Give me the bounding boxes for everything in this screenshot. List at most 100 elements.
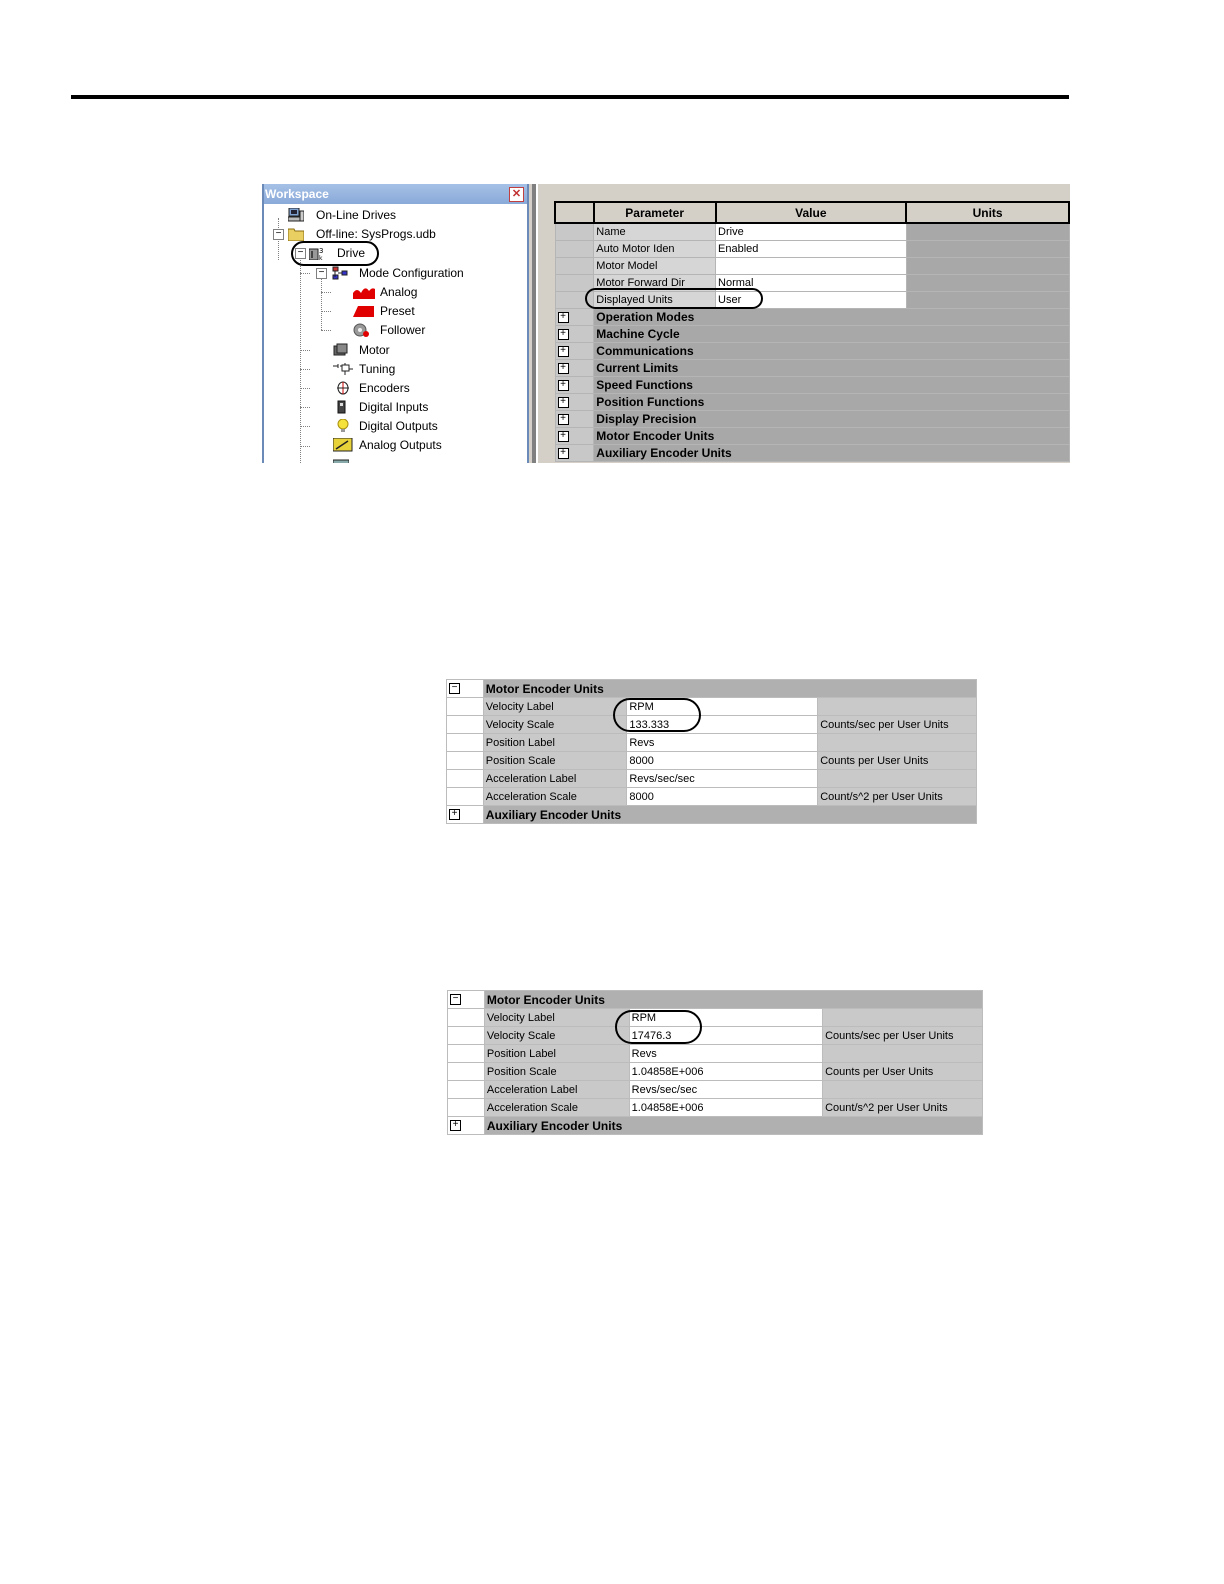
- table-row[interactable]: Acceleration Scale 1.04858E+006 Count/s^2 …: [447, 1098, 983, 1117]
- param-units: [905, 291, 1070, 309]
- table-row[interactable]: Acceleration Scale 8000 Count/s^2 per User…: [446, 787, 977, 806]
- param-name: Acceleration Scale: [482, 787, 628, 806]
- column-header-parameter[interactable]: Parameter: [592, 201, 717, 224]
- close-icon[interactable]: ✕: [509, 187, 524, 202]
- param-value[interactable]: 8000: [626, 751, 819, 770]
- expand-icon[interactable]: +: [557, 311, 569, 323]
- tree-item-mode-configuration[interactable]: − Mode Configuration: [264, 264, 524, 282]
- table-row[interactable]: Velocity Label RPM: [446, 697, 977, 716]
- table-row[interactable]: Velocity Scale 133.333 Counts/sec per User…: [446, 715, 977, 734]
- mode-config-icon: [332, 266, 348, 280]
- page-header-rule: [71, 95, 1069, 99]
- expand-icon[interactable]: +: [450, 1120, 461, 1132]
- preset-mode-icon: [353, 306, 374, 317]
- table-row[interactable]: Auto Motor Iden Enabled: [554, 240, 1070, 258]
- category-label: Auxiliary Encoder Units: [593, 444, 1070, 462]
- expand-icon[interactable]: +: [557, 413, 569, 425]
- encoder-units-grid: − Motor Encoder Units Velocity Label RPM V…: [447, 990, 984, 1135]
- table-row[interactable]: Name Drive: [554, 222, 1070, 241]
- panel-splitter[interactable]: [532, 184, 538, 463]
- tree-item-encoders[interactable]: Encoders: [264, 379, 524, 397]
- category-row[interactable]: − Motor Encoder Units: [446, 679, 978, 698]
- category-label: Current Limits: [593, 359, 1070, 377]
- param-units: [822, 1008, 983, 1027]
- category-row[interactable]: + Current Limits: [554, 359, 1070, 377]
- tree-item-follower[interactable]: Follower: [264, 321, 524, 339]
- param-value[interactable]: 1.04858E+006: [628, 1098, 824, 1117]
- highlight-ellipse: [291, 241, 379, 266]
- tree-item-digital-inputs[interactable]: Digital Inputs: [264, 398, 524, 416]
- param-value[interactable]: [715, 257, 907, 275]
- param-value[interactable]: 1.04858E+006: [628, 1062, 824, 1081]
- collapse-icon[interactable]: −: [450, 994, 461, 1006]
- light-bulb-icon: [337, 419, 349, 432]
- grid-header-row: Parameter Value Units: [554, 201, 1070, 224]
- param-value[interactable]: Revs/sec/sec: [626, 769, 819, 788]
- param-value[interactable]: Enabled: [715, 240, 907, 258]
- table-row[interactable]: Position Label Revs: [446, 733, 977, 752]
- collapse-icon[interactable]: −: [449, 683, 460, 695]
- tree-item-analog-outputs[interactable]: Analog Outputs: [264, 436, 524, 454]
- category-row[interactable]: + Motor Encoder Units: [554, 427, 1070, 445]
- tree-label-preset: Preset: [380, 304, 415, 318]
- tree-item-preset[interactable]: Preset: [264, 302, 524, 320]
- category-row[interactable]: + Speed Functions: [554, 376, 1070, 394]
- category-label: Auxiliary Encoder Units: [483, 1116, 984, 1135]
- category-row[interactable]: + Auxiliary Encoder Units: [447, 1116, 984, 1135]
- category-row[interactable]: + Communications: [554, 342, 1070, 360]
- param-name: Position Scale: [482, 751, 628, 770]
- table-row[interactable]: Acceleration Label Revs/sec/sec: [447, 1080, 983, 1099]
- tree-item-online-drives[interactable]: On-Line Drives: [264, 206, 524, 224]
- parameter-grid: Parameter Value Units Name Drive Auto Mot…: [554, 201, 1070, 462]
- category-row[interactable]: + Operation Modes: [554, 308, 1070, 326]
- column-header-value[interactable]: Value: [714, 201, 908, 224]
- param-units: Counts per User Units: [817, 751, 977, 770]
- expand-icon[interactable]: +: [557, 345, 569, 357]
- highlight-ellipse: [615, 1010, 702, 1044]
- tree-item-digital-outputs[interactable]: Digital Outputs: [264, 417, 524, 435]
- table-row[interactable]: Velocity Label RPM: [447, 1008, 983, 1027]
- category-row[interactable]: + Position Functions: [554, 393, 1070, 411]
- category-row[interactable]: + Auxiliary Encoder Units: [446, 805, 978, 824]
- follower-mode-icon: [353, 323, 369, 337]
- table-row[interactable]: Acceleration Label Revs/sec/sec: [446, 769, 977, 788]
- tree-item-motor[interactable]: Motor: [264, 341, 524, 359]
- expand-icon[interactable]: +: [449, 809, 460, 821]
- param-units: Counts per User Units: [822, 1062, 983, 1081]
- param-value[interactable]: 8000: [626, 787, 819, 806]
- expand-icon[interactable]: +: [557, 430, 569, 442]
- tree-item-tuning[interactable]: Tuning: [264, 360, 524, 378]
- category-label: Display Precision: [593, 410, 1070, 428]
- expand-icon[interactable]: +: [557, 396, 569, 408]
- workspace-panel: Workspace ✕ On-Line Drives − Off-line: S…: [262, 184, 529, 463]
- category-label: Motor Encoder Units: [483, 990, 984, 1009]
- expand-icon[interactable]: +: [557, 379, 569, 391]
- limits-icon: [333, 459, 349, 463]
- column-header-units[interactable]: Units: [905, 201, 1070, 224]
- category-row[interactable]: + Auxiliary Encoder Units: [554, 444, 1070, 462]
- category-label: Machine Cycle: [593, 325, 1070, 343]
- table-row[interactable]: Position Scale 1.04858E+006 Counts per Use…: [447, 1062, 983, 1081]
- param-value[interactable]: Revs: [626, 733, 819, 752]
- table-row[interactable]: Velocity Scale 17476.3 Counts/sec per User…: [447, 1026, 983, 1045]
- category-row[interactable]: + Machine Cycle: [554, 325, 1070, 343]
- param-value[interactable]: Revs/sec/sec: [628, 1080, 824, 1099]
- expand-icon[interactable]: +: [557, 447, 569, 459]
- category-label: Communications: [593, 342, 1070, 360]
- collapse-icon[interactable]: −: [316, 268, 327, 279]
- param-units: Count/s^2 per User Units: [822, 1098, 983, 1117]
- param-name: Acceleration Label: [482, 769, 628, 788]
- param-value[interactable]: Revs: [628, 1044, 824, 1063]
- param-value[interactable]: Drive: [715, 222, 907, 241]
- collapse-icon[interactable]: −: [273, 229, 284, 240]
- expand-icon[interactable]: +: [557, 362, 569, 374]
- table-row[interactable]: Position Scale 8000 Counts per User Units: [446, 751, 977, 770]
- category-row[interactable]: + Display Precision: [554, 410, 1070, 428]
- expand-icon[interactable]: +: [557, 328, 569, 340]
- table-row[interactable]: Motor Model: [554, 257, 1070, 275]
- category-row[interactable]: − Motor Encoder Units: [447, 990, 984, 1009]
- tree-label-analog-outputs: Analog Outputs: [359, 438, 442, 452]
- tree-item-analog[interactable]: Analog: [264, 283, 524, 301]
- table-row[interactable]: Position Label Revs: [447, 1044, 983, 1063]
- tree-label-analog: Analog: [380, 285, 418, 299]
